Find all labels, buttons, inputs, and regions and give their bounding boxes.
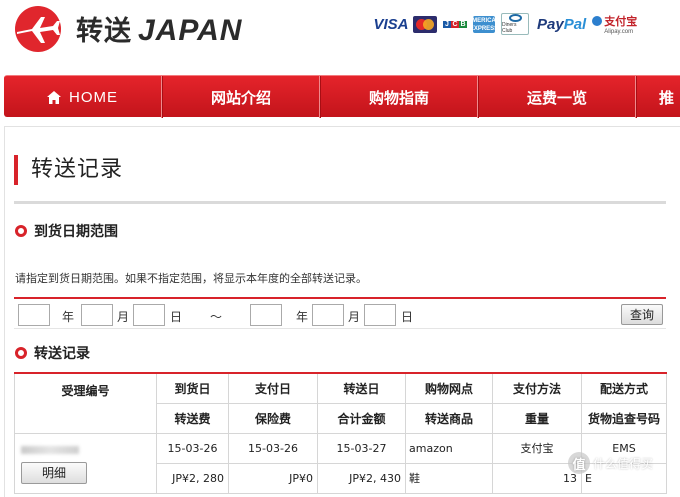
date-range-heading: 到货日期范围 [15,221,118,241]
arrival-date: 15-03-26 [156,432,229,464]
range-separator: ～ [210,310,223,324]
column-header: 转送日 [317,372,406,404]
circle-bullet-icon [15,347,27,359]
nav-item-truncated[interactable]: 推 [636,76,680,118]
transfer-date: 15-03-27 [317,432,406,464]
column-header: 配送方式 [581,372,667,404]
payment-date: 15-03-26 [228,432,318,464]
visa-logo: VISA [373,15,409,33]
date-range-form: 年 月 日 ～ 年 月 日 查询 [14,297,666,329]
logo-text-cn: 转送 [76,16,132,47]
search-button[interactable]: 查询 [621,304,663,325]
column-header: 购物网点 [405,372,493,404]
watermark: 值 什么值得买 [568,452,653,474]
content-panel: 转送记录 到货日期范围 请指定到货日期范围。如果不指定范围，将显示本年度的全部转… [4,126,680,497]
transfer-fee: JP¥2, 280 [156,462,229,494]
logo-wordmark[interactable]: 转送 JAPAN [76,9,242,48]
column-header: 重量 [492,402,582,434]
alipay-icon [592,16,603,26]
year-label: 年 [296,310,309,324]
month-label: 月 [348,310,361,324]
goods-name: 鞋 [405,462,493,494]
month-label: 月 [117,310,130,324]
column-header: 合计金额 [317,402,406,434]
jcb-logo: J C B [443,16,467,33]
airplane-logo-icon[interactable] [8,5,68,53]
record-id-cell: 明细 [14,432,157,494]
alipay-logo: 支付宝 Alipay.com [592,13,637,35]
from-year-input[interactable] [18,304,50,326]
from-day-input[interactable] [133,304,165,326]
mastercard-logo [413,15,437,33]
day-label: 日 [170,310,183,324]
from-month-input[interactable] [81,304,113,326]
nav-item-shopping-guide[interactable]: 购物指南 [320,76,478,118]
shop-name: amazon [405,432,493,464]
nav-item-label: HOME [69,88,118,106]
year-label: 年 [62,310,75,324]
column-header: 转送商品 [405,402,493,434]
payment-methods: VISA J C B AMERICAN EXPRESS Diners Club … [373,13,643,35]
nav-item-shipping-rates[interactable]: 运费一览 [478,76,636,118]
diners-club-logo: Diners Club [501,13,529,35]
site-header: 转送 JAPAN VISA J C B AMERICAN EXPRESS Din… [0,0,680,62]
to-year-input[interactable] [250,304,282,326]
page-title: 转送记录 [14,155,123,185]
title-divider [14,201,666,204]
main-nav: HOME 网站介绍 购物指南 运费一览 推 [4,75,680,118]
table-header-row: 受理编号 到货日 支付日 转送日 购物网点 支付方法 配送方式 [14,372,667,434]
watermark-badge-icon: 值 [568,452,590,474]
nav-item-about[interactable]: 网站介绍 [162,76,320,118]
to-day-input[interactable] [364,304,396,326]
total-amount: JP¥2, 430 [317,462,406,494]
column-header: 转送费 [156,402,229,434]
redacted-record-id [21,445,79,454]
column-header: 支付日 [228,372,318,404]
column-header: 支付方法 [492,372,582,404]
column-header: 到货日 [156,372,229,404]
paypal-logo: Pay Pal [537,15,587,33]
insurance-fee: JP¥0 [228,462,318,494]
date-range-hint: 请指定到货日期范围。如果不指定范围，将显示本年度的全部转送记录。 [15,272,367,285]
column-header: 货物追查号码 [581,402,667,434]
records-heading: 转送记录 [15,343,90,363]
column-header: 保险费 [228,402,318,434]
circle-bullet-icon [15,225,27,237]
amex-logo: AMERICAN EXPRESS [467,15,501,33]
logo-text-en: JAPAN [138,14,243,47]
to-month-input[interactable] [312,304,344,326]
detail-button[interactable]: 明细 [21,461,87,484]
transfer-records-table: 受理编号 到货日 支付日 转送日 购物网点 支付方法 配送方式 转送费 保险费 … [14,372,667,494]
nav-item-home[interactable]: HOME [4,76,162,118]
column-header: 受理编号 [14,372,157,434]
day-label: 日 [401,310,414,324]
home-icon [47,90,61,104]
watermark-text: 什么值得买 [593,456,654,471]
